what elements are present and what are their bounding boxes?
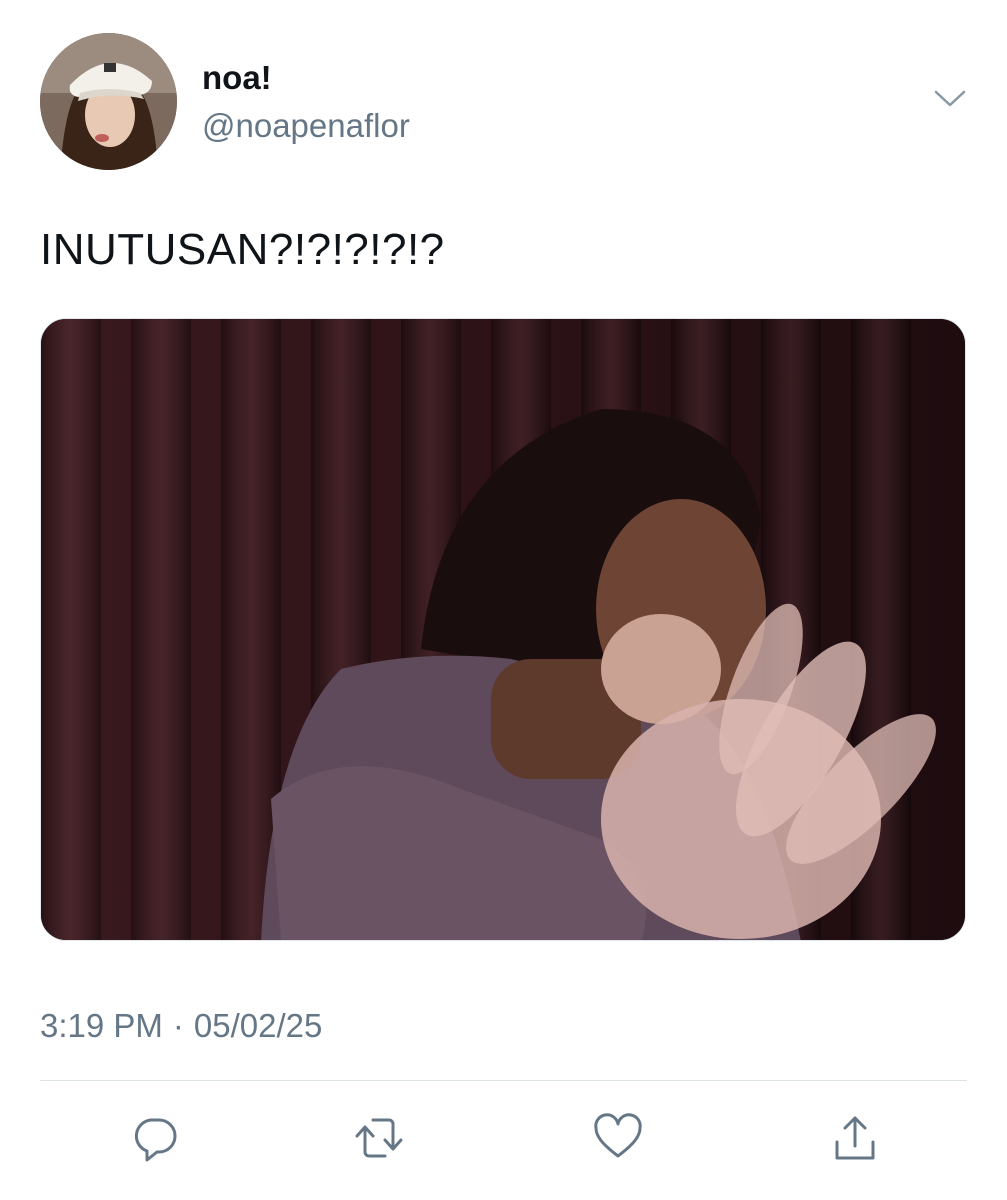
timestamp-separator: · (172, 1007, 184, 1044)
display-name[interactable]: noa! (202, 58, 272, 98)
reply-button[interactable] (125, 1108, 185, 1168)
retweet-icon (355, 1118, 403, 1158)
avatar[interactable] (40, 33, 177, 170)
divider (40, 1080, 967, 1081)
tweet-action-bar (0, 1108, 1007, 1168)
tweet-timestamp[interactable]: 3:19 PM · 05/02/25 (40, 1004, 322, 1048)
retweet-button[interactable] (349, 1108, 409, 1168)
tweet-time: 3:19 PM (40, 1007, 163, 1044)
heart-icon (594, 1113, 642, 1158)
reply-icon (134, 1118, 177, 1162)
avatar-image (40, 33, 177, 170)
share-icon (835, 1116, 875, 1160)
share-button[interactable] (825, 1108, 885, 1168)
chevron-down-icon[interactable] (930, 84, 970, 114)
tweet-text: INUTUSAN?!?!?!?!? (40, 225, 445, 274)
tweet-date: 05/02/25 (193, 1007, 323, 1044)
tweet-media-image[interactable] (40, 318, 966, 941)
user-handle[interactable]: @noapenaflor (202, 106, 410, 146)
like-button[interactable] (588, 1108, 648, 1168)
